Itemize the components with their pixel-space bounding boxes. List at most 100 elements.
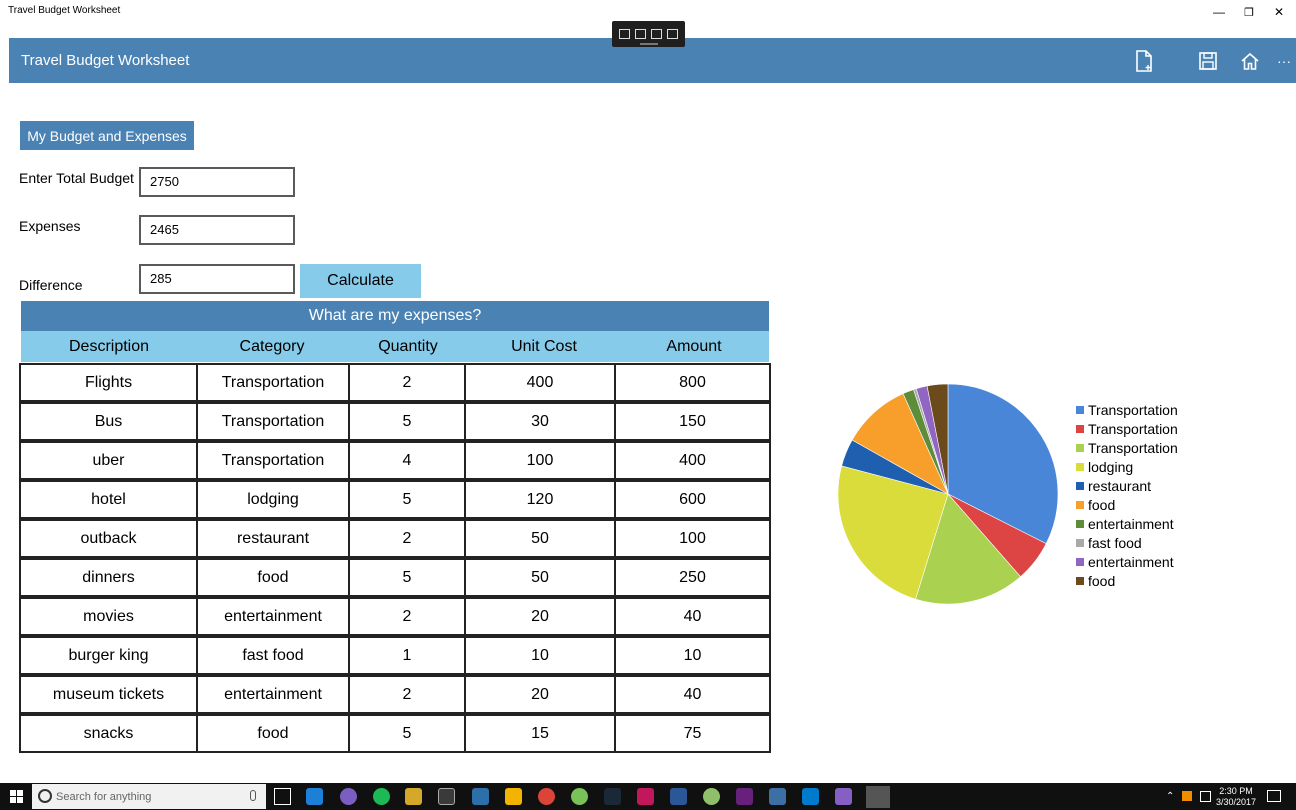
cell-quantity[interactable]: 1 — [348, 636, 466, 675]
app-icon-3[interactable] — [505, 788, 522, 805]
app-icon-5[interactable] — [637, 788, 654, 805]
cell-amount[interactable]: 600 — [614, 480, 771, 519]
cell-amount[interactable]: 10 — [614, 636, 771, 675]
cell-quantity[interactable]: 2 — [348, 675, 466, 714]
cell-category[interactable]: entertainment — [196, 675, 350, 714]
new-document-button[interactable] — [1133, 50, 1155, 72]
file-explorer-icon[interactable] — [405, 788, 422, 805]
save-button[interactable] — [1197, 50, 1219, 72]
spotify-icon[interactable] — [373, 788, 390, 805]
cell-category[interactable]: food — [196, 714, 350, 753]
cell-description[interactable]: Bus — [19, 402, 198, 441]
cell-category[interactable]: Transportation — [196, 363, 350, 402]
visual-studio-icon[interactable] — [736, 788, 753, 805]
home-button[interactable] — [1239, 50, 1261, 72]
cell-unit-cost[interactable]: 400 — [464, 363, 616, 402]
microphone-icon[interactable] — [250, 790, 256, 801]
app-icon-8[interactable] — [769, 788, 786, 805]
notifications-icon[interactable] — [1267, 790, 1281, 802]
table-row: snacks food 5 15 75 — [19, 714, 771, 753]
cell-category[interactable]: entertainment — [196, 597, 350, 636]
track-focus-icon[interactable] — [651, 29, 663, 39]
start-button[interactable] — [10, 790, 23, 803]
visual-studio-2-icon[interactable] — [835, 788, 852, 805]
cell-description[interactable]: dinners — [19, 558, 198, 597]
cell-description[interactable]: museum tickets — [19, 675, 198, 714]
cell-amount[interactable]: 800 — [614, 363, 771, 402]
cell-unit-cost[interactable]: 50 — [464, 558, 616, 597]
debug-toolbar[interactable] — [612, 21, 685, 47]
network-icon[interactable] — [1200, 791, 1211, 802]
cell-quantity[interactable]: 5 — [348, 402, 466, 441]
difference-input[interactable]: 285 — [139, 264, 295, 294]
app-icon-2[interactable] — [472, 788, 489, 805]
console-icon[interactable] — [438, 788, 455, 805]
cell-description[interactable]: Flights — [19, 363, 198, 402]
taskbar-search-placeholder: Search for anything — [56, 790, 152, 803]
cell-description[interactable]: burger king — [19, 636, 198, 675]
edge-icon[interactable] — [306, 788, 323, 805]
travel-budget-app-icon[interactable] — [866, 786, 890, 808]
tray-app-icon[interactable] — [1182, 791, 1192, 801]
cell-quantity[interactable]: 2 — [348, 363, 466, 402]
more-options-button[interactable]: ··· — [1273, 50, 1295, 72]
app-icon-1[interactable] — [340, 788, 357, 805]
toolbar-handle[interactable] — [640, 43, 658, 45]
taskbar-search-box[interactable]: Search for anything — [32, 784, 266, 809]
cell-category[interactable]: food — [196, 558, 350, 597]
cell-unit-cost[interactable]: 30 — [464, 402, 616, 441]
cell-amount[interactable]: 40 — [614, 597, 771, 636]
cell-category[interactable]: Transportation — [196, 402, 350, 441]
chrome-icon[interactable] — [538, 788, 555, 805]
taskbar-clock[interactable]: 2:30 PM 3/30/2017 — [1216, 786, 1256, 808]
minimize-button[interactable]: — — [1202, 2, 1236, 22]
cell-unit-cost[interactable]: 50 — [464, 519, 616, 558]
cell-unit-cost[interactable]: 20 — [464, 597, 616, 636]
my-budget-and-expenses-button[interactable]: My Budget and Expenses — [20, 121, 194, 150]
cell-amount[interactable]: 400 — [614, 441, 771, 480]
cell-quantity[interactable]: 5 — [348, 714, 466, 753]
cell-unit-cost[interactable]: 20 — [464, 675, 616, 714]
cell-quantity[interactable]: 5 — [348, 480, 466, 519]
cell-category[interactable]: lodging — [196, 480, 350, 519]
expenses-input[interactable]: 2465 — [139, 215, 295, 245]
cell-description[interactable]: uber — [19, 441, 198, 480]
cell-category[interactable]: restaurant — [196, 519, 350, 558]
legend-swatch — [1076, 519, 1084, 528]
task-view-icon[interactable] — [274, 788, 291, 805]
cell-description[interactable]: outback — [19, 519, 198, 558]
cell-unit-cost[interactable]: 100 — [464, 441, 616, 480]
cell-quantity[interactable]: 5 — [348, 558, 466, 597]
cell-description[interactable]: movies — [19, 597, 198, 636]
cell-description[interactable]: snacks — [19, 714, 198, 753]
cell-amount[interactable]: 40 — [614, 675, 771, 714]
app-icon-7[interactable] — [703, 788, 720, 805]
vscode-icon[interactable] — [802, 788, 819, 805]
tray-chevron-icon[interactable]: ⌃ — [1166, 791, 1174, 802]
select-element-icon[interactable] — [618, 29, 630, 39]
cell-amount[interactable]: 100 — [614, 519, 771, 558]
app-icon-4[interactable] — [571, 788, 588, 805]
live-tree-icon[interactable] — [667, 29, 679, 39]
cell-quantity[interactable]: 2 — [348, 597, 466, 636]
cell-amount[interactable]: 250 — [614, 558, 771, 597]
cell-amount[interactable]: 150 — [614, 402, 771, 441]
table-column-headers: Description Category Quantity Unit Cost … — [21, 331, 769, 362]
cell-category[interactable]: Transportation — [196, 441, 350, 480]
cell-amount[interactable]: 75 — [614, 714, 771, 753]
display-layout-icon[interactable] — [634, 29, 646, 39]
app-icon-6[interactable] — [670, 788, 687, 805]
cell-unit-cost[interactable]: 10 — [464, 636, 616, 675]
cell-unit-cost[interactable]: 15 — [464, 714, 616, 753]
cell-category[interactable]: fast food — [196, 636, 350, 675]
close-button[interactable]: ✕ — [1262, 2, 1296, 22]
cell-quantity[interactable]: 2 — [348, 519, 466, 558]
calculate-button[interactable]: Calculate — [300, 264, 421, 298]
total-budget-input[interactable]: 2750 — [139, 167, 295, 197]
cell-description[interactable]: hotel — [19, 480, 198, 519]
steam-icon[interactable] — [604, 788, 621, 805]
cell-unit-cost[interactable]: 120 — [464, 480, 616, 519]
cell-quantity[interactable]: 4 — [348, 441, 466, 480]
restore-button[interactable]: ❐ — [1232, 2, 1266, 22]
legend-swatch — [1076, 443, 1084, 452]
